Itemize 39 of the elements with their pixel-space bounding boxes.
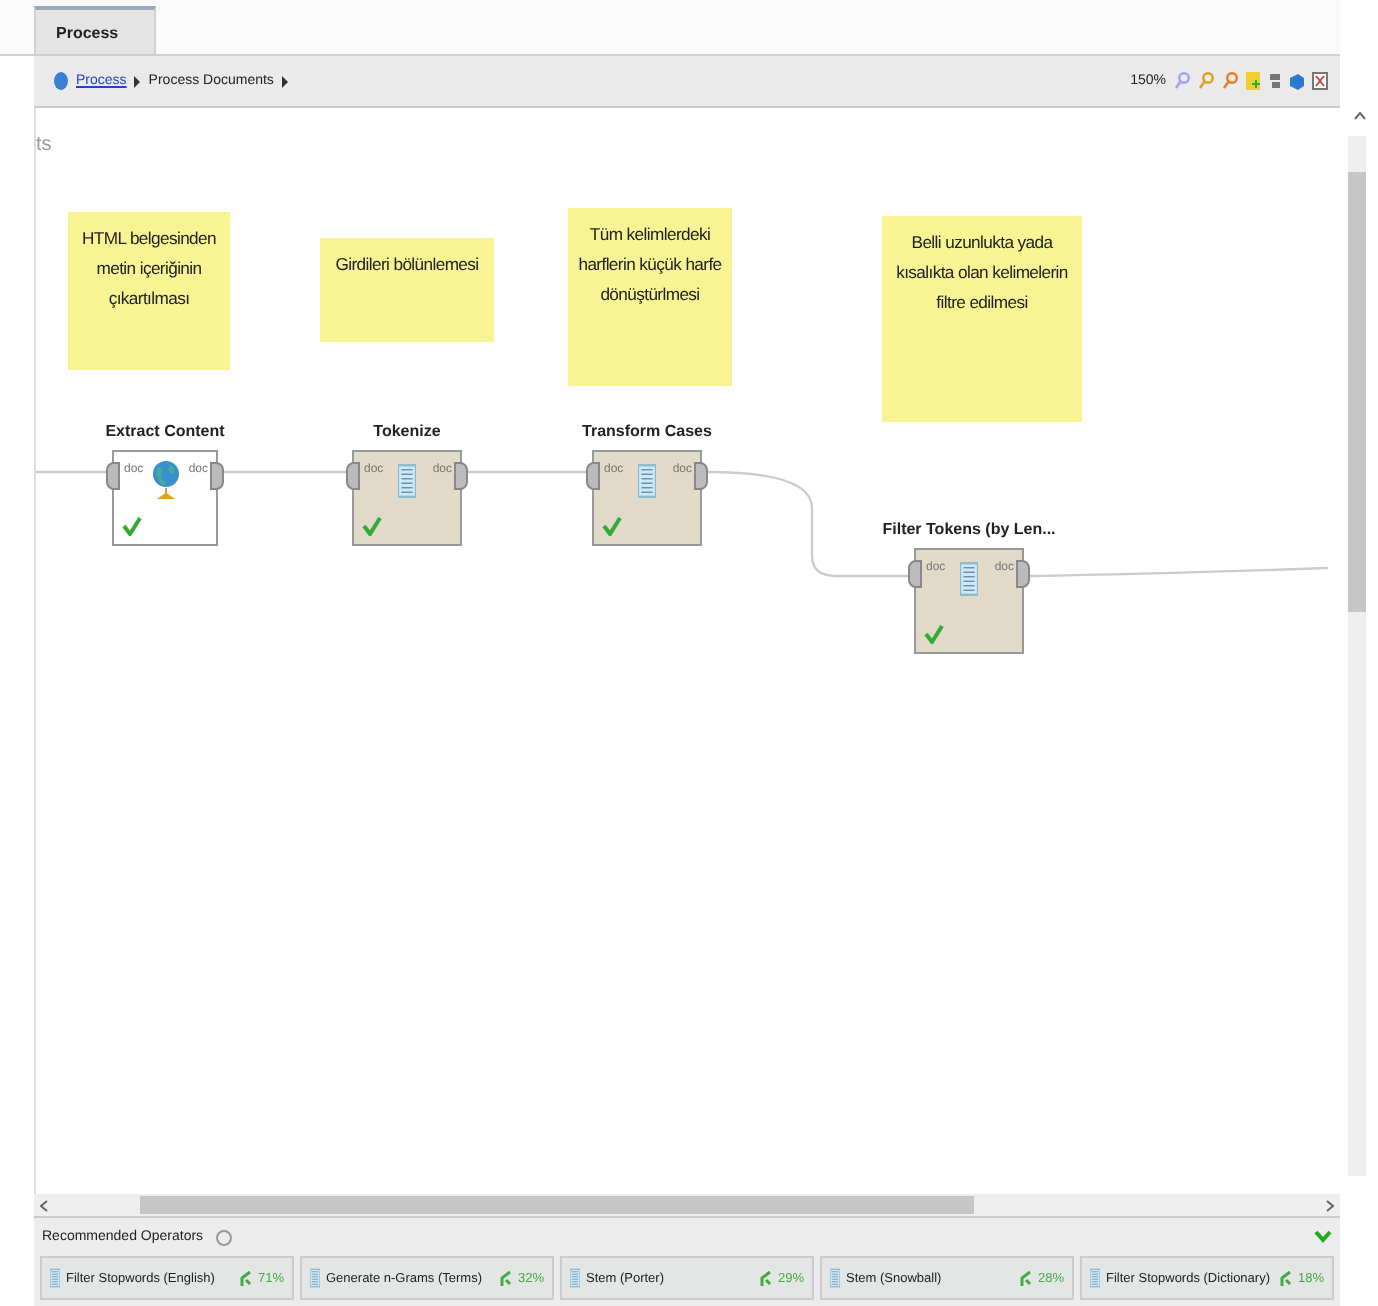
sticky-note[interactable]: HTML belgesinden metin içeriğinin çıkartılması [68, 212, 230, 370]
sticky-note[interactable]: Girdileri bölünlemesi [320, 238, 494, 342]
note-icon[interactable] [1246, 72, 1260, 90]
globe-icon [152, 460, 180, 500]
input-port[interactable] [908, 560, 922, 588]
document-icon [960, 562, 978, 596]
document-icon [310, 1268, 320, 1288]
help-icon[interactable] [215, 1229, 232, 1245]
canvas-text: ts [36, 134, 52, 156]
document-icon [830, 1268, 840, 1288]
document-icon [638, 464, 656, 498]
process-icon [54, 72, 68, 90]
operator-label: Extract Content [105, 422, 225, 440]
magnifier-icon[interactable] [1174, 72, 1190, 90]
cube-icon[interactable] [1290, 73, 1304, 89]
scrollbar-thumb[interactable] [1348, 172, 1366, 612]
document-icon [1090, 1268, 1100, 1288]
input-port[interactable] [346, 462, 360, 490]
output-port[interactable] [694, 462, 708, 490]
sticky-note[interactable]: Belli uzunlukta yada kısalıkta olan kelimelerin filtre edilmesi [882, 216, 1082, 422]
operator-label: Tokenize [373, 422, 441, 440]
magnifier-icon[interactable] [1198, 72, 1214, 90]
output-port[interactable] [454, 462, 468, 490]
output-port[interactable] [1016, 560, 1030, 588]
process-tab[interactable]: Process [34, 6, 157, 54]
input-port[interactable] [106, 462, 120, 490]
document-icon [50, 1268, 60, 1288]
document-icon [398, 464, 416, 498]
scrollbar-thumb[interactable] [140, 1196, 974, 1214]
document-icon [570, 1268, 580, 1288]
magnifier-icon[interactable] [1222, 72, 1238, 90]
output-port[interactable] [210, 462, 224, 490]
operator-label: Filter Tokens (by Len... [882, 520, 1056, 538]
sticky-note[interactable]: Tüm kelimlerdeki harflerin küçük harfe dönüştürlmesi [568, 208, 732, 386]
collapse-icon[interactable] [1314, 1230, 1332, 1244]
fullscreen-icon[interactable] [1312, 72, 1328, 90]
operator-label: Transform Cases [582, 422, 712, 440]
input-port[interactable] [586, 462, 600, 490]
arrange-icon[interactable] [1268, 72, 1282, 90]
